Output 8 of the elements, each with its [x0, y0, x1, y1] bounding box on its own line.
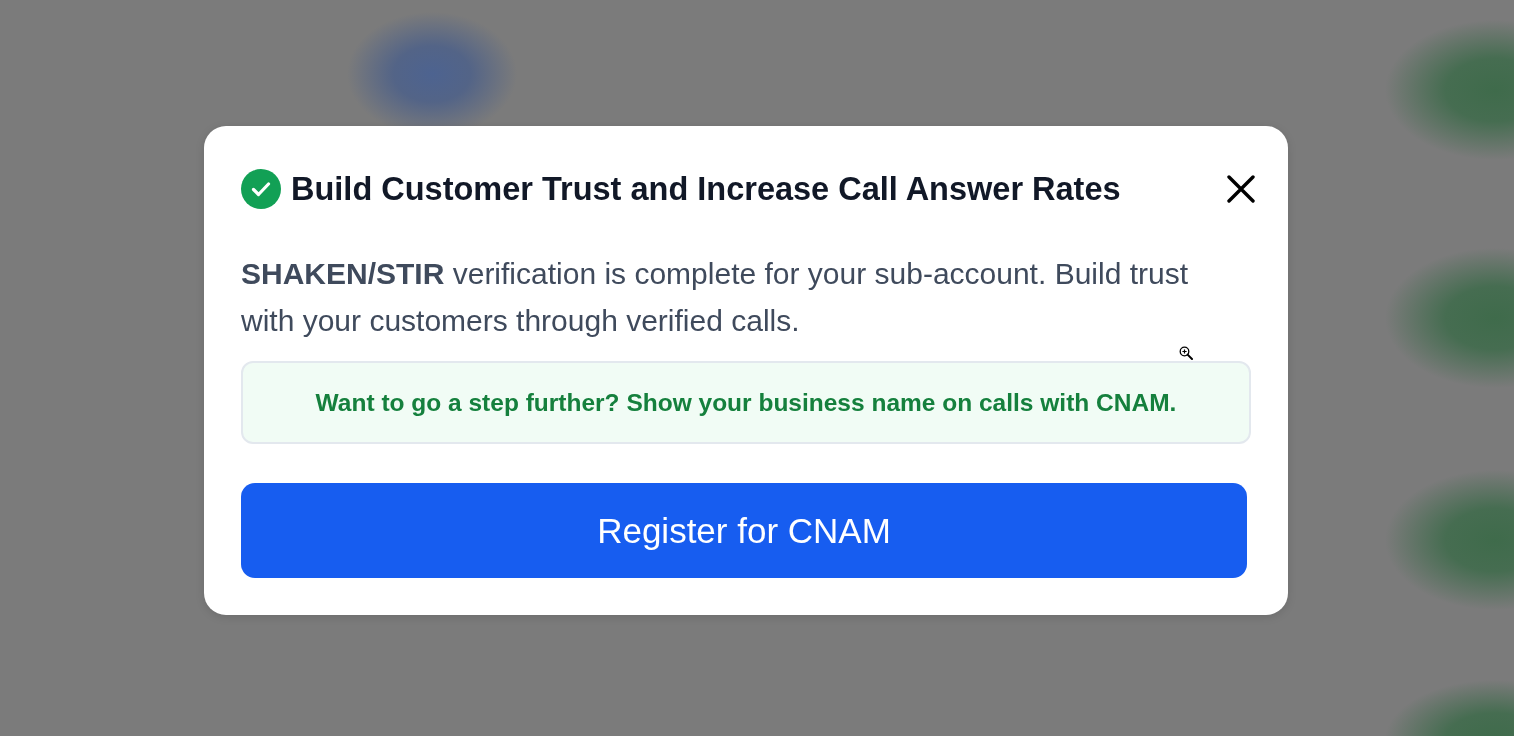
dialog-message: SHAKEN/STIR verification is complete for your sub-account. Build trust with your customers through verified calls. — [241, 256, 1190, 339]
close-button[interactable] — [1225, 173, 1257, 205]
dialog-title: Build Customer Trust and Increase Call Answer Rates — [291, 170, 1122, 209]
check-circle-icon — [241, 169, 281, 209]
zoom-cursor-icon — [1179, 346, 1193, 360]
register-button[interactable]: Register for CNAM — [241, 483, 1247, 578]
close-icon — [1227, 175, 1255, 203]
callout-text: Want to go a step further? Show your business name on calls with CNAM. — [315, 388, 1177, 417]
